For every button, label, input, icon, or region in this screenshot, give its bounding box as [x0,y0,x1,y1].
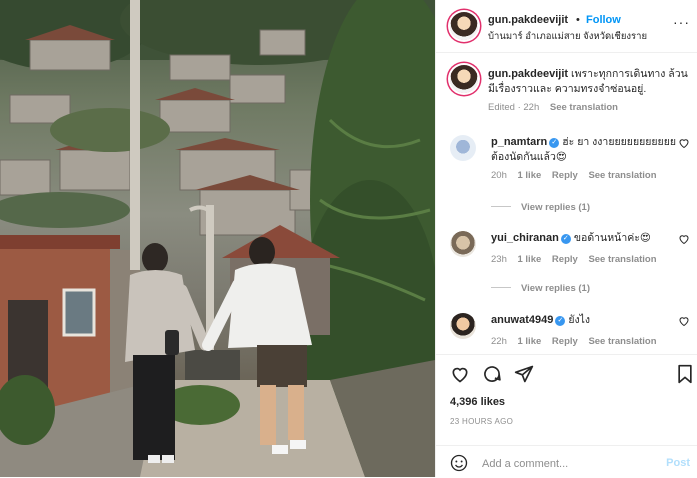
view-replies-button[interactable]: View replies (1) [491,283,590,294]
see-translation-link[interactable]: See translation [588,254,656,265]
author-avatar[interactable] [450,12,478,40]
commenter-avatar[interactable] [450,231,476,257]
verified-badge-icon: ✓ [555,316,566,326]
post-comment-button[interactable]: Post [666,457,690,469]
post-location[interactable]: บ้านมาร์ อำเภอแม่สาย จังหวัดเชียงราย [488,29,647,44]
comment-time: 20h [491,170,507,181]
see-translation-link[interactable]: See translation [588,170,656,181]
heart-icon[interactable] [678,233,690,245]
comment-time: 22h [491,336,507,347]
post-header: gun.pakdeevijit • Follow บ้านมาร์ อำเภอแ… [436,0,697,53]
caption-avatar[interactable] [450,65,478,93]
bookmark-icon[interactable] [676,364,694,384]
add-comment-bar: Post [436,445,697,478]
more-horizontal-icon[interactable]: ··· [673,14,690,30]
separator-dot: • [576,14,580,26]
caption-username[interactable]: gun.pakdeevijit [488,68,568,80]
commenter-avatar[interactable] [450,313,476,339]
follow-button[interactable]: Follow [586,14,621,26]
commenter-avatar[interactable] [450,135,476,161]
comment-likes[interactable]: 1 like [518,336,542,347]
send-icon[interactable] [514,364,534,384]
comment-text: ยังไง [568,314,591,326]
smiley-icon[interactable] [450,454,468,472]
comment-likes[interactable]: 1 like [518,254,542,265]
post-timestamp: 23 HOURS AGO [450,417,514,426]
comment-text: ขอด้านหน้าค่ะ😍 [573,232,651,244]
comment-input[interactable] [480,454,654,474]
verified-badge-icon: ✓ [549,138,560,148]
comment-username[interactable]: anuwat4949 [491,314,553,326]
heart-icon[interactable] [450,364,470,384]
see-translation-link[interactable]: See translation [588,336,656,347]
comment-username[interactable]: p_namtarn [491,136,547,148]
likes-count[interactable]: 4,396 likes [450,396,505,408]
comment-likes[interactable]: 1 like [518,170,542,181]
post-photo[interactable] [0,0,435,477]
reply-button[interactable]: Reply [552,254,578,265]
heart-icon[interactable] [678,315,690,327]
post-image [0,0,435,477]
comment-username[interactable]: yui_chiranan [491,232,559,244]
post-action-bar [436,354,697,391]
author-username[interactable]: gun.pakdeevijit [488,14,568,26]
verified-badge-icon: ✓ [560,234,571,244]
view-replies-button[interactable]: View replies (1) [491,202,590,213]
reply-button[interactable]: Reply [552,170,578,181]
post-side-panel: gun.pakdeevijit • Follow บ้านมาร์ อำเภอแ… [435,0,697,477]
caption-edited: Edited · 22h [488,102,540,113]
comment-icon[interactable] [482,364,502,384]
caption-see-translation[interactable]: See translation [550,102,618,113]
comment-time: 23h [491,254,507,265]
heart-icon[interactable] [678,137,690,149]
comment-list[interactable]: gun.pakdeevijit เพราะทุกการเดินทาง ล้วนม… [436,53,697,353]
reply-button[interactable]: Reply [552,336,578,347]
